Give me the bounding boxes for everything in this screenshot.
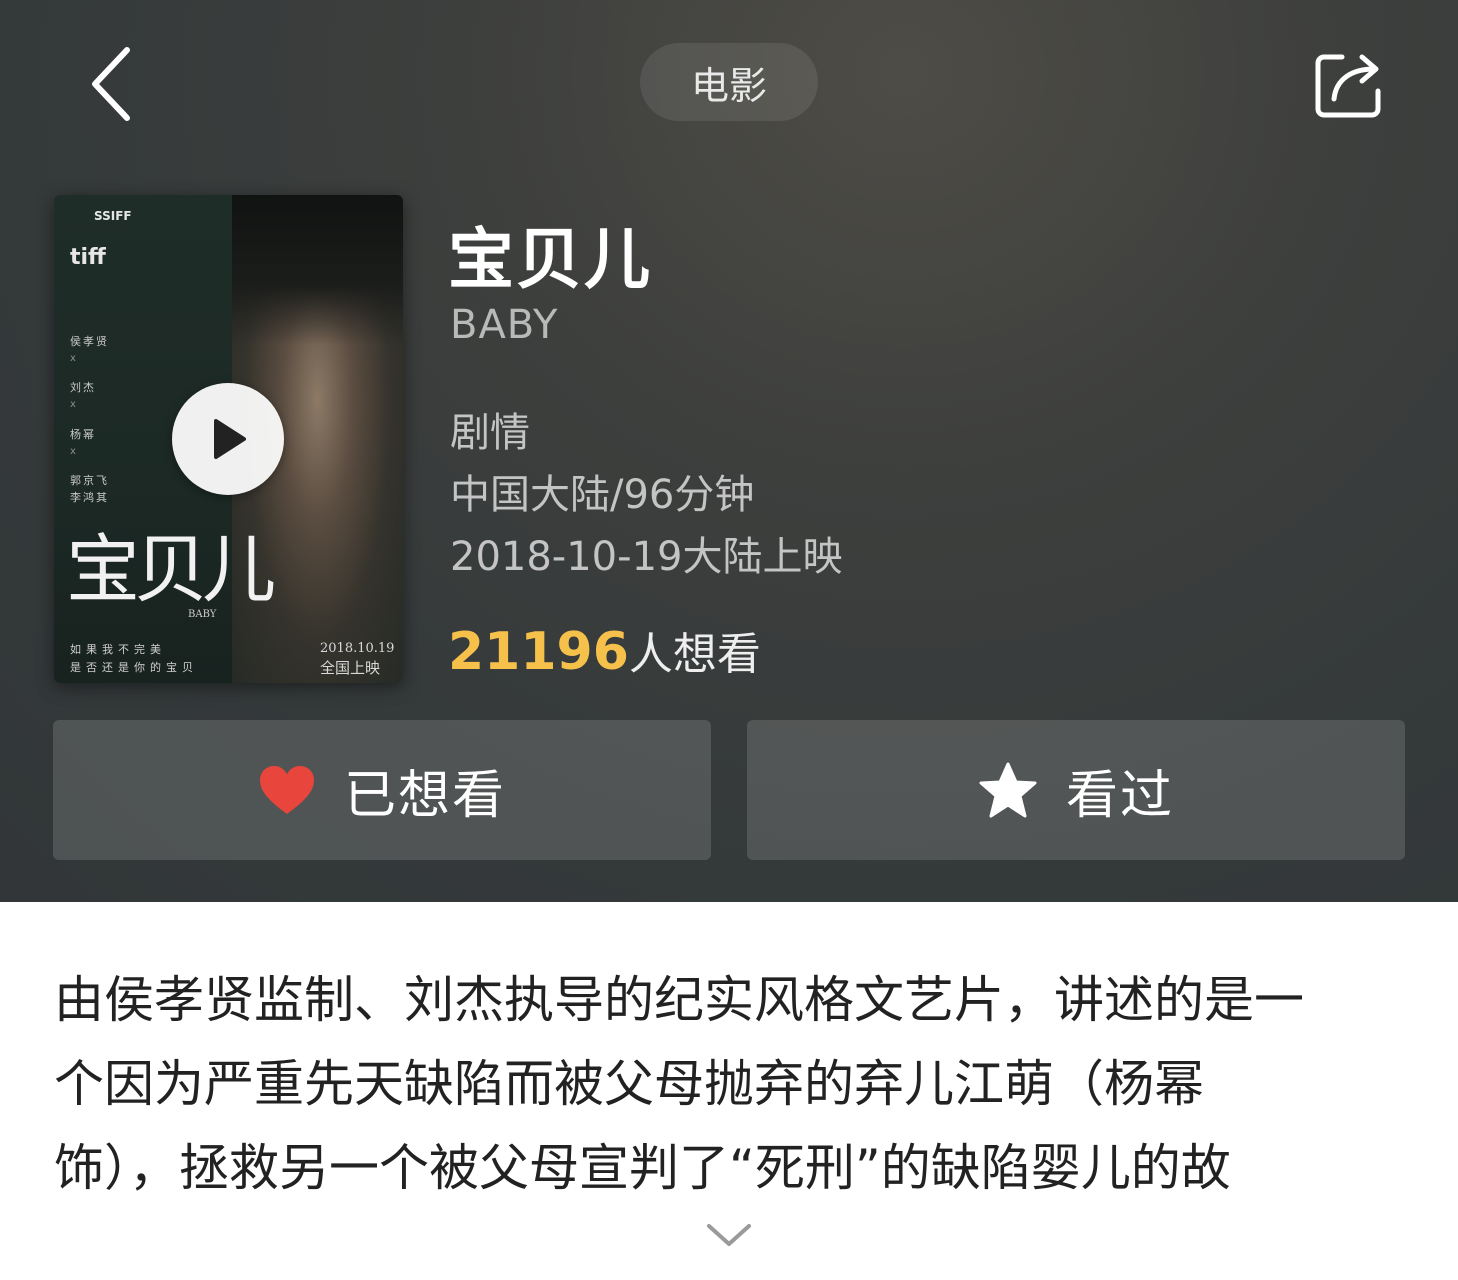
synopsis-line: 饰），拯救另一个被父母宣判了“死刑”的缺陷婴儿的故 <box>54 1139 1231 1197</box>
poster-separator: x <box>70 446 76 457</box>
seen-button-label: 看过 <box>1065 765 1174 826</box>
poster-credit-5: 李鸿其 <box>70 491 109 504</box>
poster-release-date: 2018.10.19 <box>320 641 395 656</box>
wish-to-watch-button[interactable]: 已想看 <box>53 720 711 860</box>
chevron-down-icon <box>707 1224 751 1246</box>
poster-credit-3: 杨幂 <box>70 428 96 441</box>
category-pill[interactable]: 电影 <box>640 43 818 121</box>
poster-release-region: 全国上映 <box>320 659 381 677</box>
synopsis-line: 由侯孝贤监制、刘杰执导的纪实风格文艺片，讲述的是一 <box>54 971 1304 1029</box>
movie-release-date: 2018-10-19大陆上映 <box>450 534 843 580</box>
poster-hair-shadow <box>232 195 403 345</box>
back-button[interactable] <box>72 36 152 132</box>
movie-title: 宝贝儿 <box>448 221 652 298</box>
movie-region-duration: 中国大陆/96分钟 <box>450 472 755 518</box>
poster-tagline-1: 如果我不完美 <box>70 643 166 656</box>
want-count-number: 21196 <box>448 622 629 682</box>
poster-tagline-2: 是否还是你的宝贝 <box>70 661 198 674</box>
poster-credit-4: 郭京飞 <box>70 474 109 487</box>
synopsis-line: 个因为严重先天缺陷而被父母抛弃的弃儿江萌（杨幂 <box>54 1055 1204 1113</box>
want-count-suffix: 人想看 <box>628 629 761 680</box>
poster-credit-2: 刘杰 <box>70 381 96 394</box>
heart-icon <box>259 766 314 814</box>
want-to-see-count: 21196人想看 <box>448 618 761 682</box>
wish-button-label: 已想看 <box>343 765 506 826</box>
star-icon <box>979 762 1037 818</box>
poster-festival-ssiff: SSIFF <box>94 209 132 223</box>
poster-title-art: 宝贝儿 <box>66 527 276 613</box>
movie-header: 电影 SSIFF tiff 侯孝贤 x 刘杰 x 杨幂 x 郭京飞 李鸿其 宝贝… <box>0 0 1458 902</box>
chevron-left-icon <box>92 47 130 121</box>
poster-separator: x <box>70 399 76 410</box>
movie-genre: 剧情 <box>450 410 530 456</box>
share-button[interactable] <box>1300 40 1396 130</box>
share-icon <box>1315 54 1381 118</box>
seen-button[interactable]: 看过 <box>747 720 1405 860</box>
poster-separator: x <box>70 353 76 364</box>
poster-credit-1: 侯孝贤 <box>70 335 109 348</box>
poster-festival-tiff: tiff <box>70 245 106 270</box>
play-icon <box>214 419 246 459</box>
poster-title-en: BABY <box>188 609 217 620</box>
movie-title-en: BABY <box>450 302 559 348</box>
movie-synopsis[interactable]: 由侯孝贤监制、刘杰执导的纪实风格文艺片，讲述的是一 个因为严重先天缺陷而被父母抛… <box>54 958 1414 1210</box>
play-trailer-button[interactable] <box>172 383 284 495</box>
expand-synopsis-button[interactable] <box>704 1218 754 1252</box>
